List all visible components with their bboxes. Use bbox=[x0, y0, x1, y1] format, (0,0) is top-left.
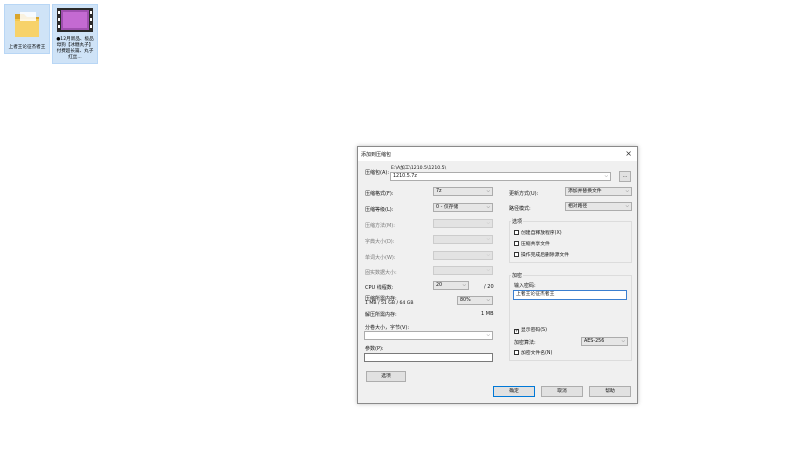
video-thumbnail-icon bbox=[53, 8, 97, 35]
chevron-down-icon: ⌵ bbox=[486, 205, 490, 210]
show-password-checkbox[interactable]: ✓ 显示密码(S) bbox=[514, 328, 547, 334]
dialog-titlebar: 添加到压缩包 × bbox=[358, 147, 637, 161]
format-combo[interactable]: 7z ⌵ bbox=[433, 187, 493, 196]
delete-after-checkbox-label: 操作完成后删除源文件 bbox=[521, 253, 569, 258]
dictionary-label: 字典大小(D): bbox=[365, 239, 395, 245]
format-value: 7z bbox=[436, 189, 442, 194]
archive-name-value: 1210.5.7z bbox=[393, 174, 417, 179]
word-size-label: 单词大小(W): bbox=[365, 255, 396, 261]
update-mode-combo[interactable]: 添加并替换文件 ⌵ bbox=[565, 187, 632, 196]
encryption-method-combo[interactable]: AES-256 ⌵ bbox=[581, 337, 628, 346]
method-label: 压缩方法(M): bbox=[365, 223, 395, 229]
split-volume-combo[interactable]: ⌵ bbox=[364, 331, 493, 340]
cpu-threads-total: / 20 bbox=[484, 284, 494, 290]
update-mode-value: 添加并替换文件 bbox=[568, 189, 602, 194]
show-password-label: 显示密码(S) bbox=[521, 328, 547, 333]
update-mode-label: 更新方式(U): bbox=[509, 191, 539, 197]
encryption-group: 加密 输入密码: 上者王论征杰者王 ✓ 显示密码(S) 加密算法: AES-256… bbox=[509, 272, 632, 361]
shared-files-checkbox-label: 压缩共享文件 bbox=[521, 242, 550, 247]
shared-files-checkbox[interactable]: 压缩共享文件 bbox=[514, 241, 550, 248]
encryption-method-label: 加密算法: bbox=[514, 340, 536, 346]
chevron-down-icon: ⌵ bbox=[486, 253, 490, 258]
path-mode-combo[interactable]: 相对路径 ⌵ bbox=[565, 202, 632, 211]
decompress-memory-value: 1 MB bbox=[481, 311, 494, 317]
word-size-combo: ⌵ bbox=[433, 251, 493, 260]
cancel-button[interactable]: 取消 bbox=[541, 386, 583, 397]
desktop-icon-label: 上者王论征杰者王 bbox=[8, 45, 46, 50]
options-group: 选项 创建自释放程序(X) 压缩共享文件 操作完成后删除源文件 bbox=[509, 218, 632, 263]
chevron-down-icon: ⌵ bbox=[486, 221, 490, 226]
chevron-down-icon: ⌵ bbox=[486, 298, 490, 303]
decompress-memory-label: 解压所需内存: bbox=[365, 312, 397, 318]
chevron-down-icon: ⌵ bbox=[604, 174, 608, 179]
encryption-method-value: AES-256 bbox=[584, 339, 605, 344]
desktop-icon-video[interactable]: ●12月新品、极品母狗【冰糖丸子】付费超长篇、丸子红丝... bbox=[52, 4, 98, 64]
memory-usage-combo[interactable]: 80% ⌵ bbox=[457, 296, 493, 305]
close-icon[interactable]: × bbox=[625, 149, 632, 158]
encrypt-names-label: 加密文件名(N) bbox=[521, 351, 553, 356]
sfx-checkbox[interactable]: 创建自释放程序(X) bbox=[514, 230, 562, 237]
chevron-down-icon: ⌵ bbox=[486, 237, 490, 242]
chevron-down-icon: ⌵ bbox=[621, 339, 625, 344]
level-combo[interactable]: 0 - 仅存储 ⌵ bbox=[433, 203, 493, 212]
archive-label: 压缩包(A): bbox=[365, 170, 390, 176]
options-button[interactable]: 选项 bbox=[366, 371, 406, 382]
checkbox-box bbox=[514, 252, 519, 257]
desktop-icon-folder[interactable]: 上者王论征杰者王 bbox=[4, 4, 50, 54]
level-label: 压缩等级(L): bbox=[365, 207, 394, 213]
chevron-down-icon: ⌵ bbox=[486, 189, 490, 194]
check-icon: ✓ bbox=[514, 328, 520, 334]
archive-path-line: E:\A加工\1210.5\1210.5\ bbox=[391, 166, 447, 171]
sfx-checkbox-label: 创建自释放程序(X) bbox=[521, 231, 562, 236]
format-label: 压缩格式(F): bbox=[365, 191, 394, 197]
help-button[interactable]: 帮助 bbox=[589, 386, 631, 397]
solid-block-combo: ⌵ bbox=[433, 266, 493, 275]
memory-usage-value: 80% bbox=[460, 298, 471, 303]
checkbox-box bbox=[514, 241, 519, 246]
chevron-down-icon: ⌵ bbox=[625, 204, 629, 209]
encrypt-names-checkbox[interactable]: 加密文件名(N) bbox=[514, 350, 552, 357]
params-input[interactable] bbox=[364, 353, 493, 362]
level-value: 0 - 仅存储 bbox=[436, 205, 459, 210]
chevron-down-icon: ⌵ bbox=[486, 333, 490, 338]
memory-detail: 1 MB / 51 GB / 64 GB bbox=[365, 301, 414, 306]
cpu-threads-value: 20 bbox=[436, 283, 443, 288]
params-label: 参数(P): bbox=[365, 346, 384, 352]
checkbox-box bbox=[514, 230, 519, 235]
path-mode-value: 相对路径 bbox=[568, 204, 588, 209]
checkbox-box bbox=[514, 350, 519, 355]
folder-icon bbox=[5, 8, 49, 43]
path-mode-label: 路径模式: bbox=[509, 206, 531, 212]
archive-name-combo[interactable]: 1210.5.7z ⌵ bbox=[390, 172, 611, 181]
password-label: 输入密码: bbox=[514, 283, 536, 289]
browse-button[interactable]: ... bbox=[619, 171, 631, 182]
method-combo: ⌵ bbox=[433, 219, 493, 228]
delete-after-checkbox[interactable]: 操作完成后删除源文件 bbox=[514, 252, 569, 259]
password-input[interactable]: 上者王论征杰者王 bbox=[513, 290, 627, 300]
cpu-threads-label: CPU 线程数: bbox=[365, 285, 394, 291]
ok-button[interactable]: 确定 bbox=[493, 386, 535, 397]
chevron-down-icon: ⌵ bbox=[625, 189, 629, 194]
chevron-down-icon: ⌵ bbox=[462, 283, 466, 288]
chevron-down-icon: ⌵ bbox=[486, 268, 490, 273]
solid-block-label: 固实数据大小: bbox=[365, 270, 397, 276]
dictionary-combo: ⌵ bbox=[433, 235, 493, 244]
cpu-threads-combo[interactable]: 20 ⌵ bbox=[433, 281, 469, 290]
add-to-archive-dialog: 添加到压缩包 × 压缩包(A): E:\A加工\1210.5\1210.5\ 1… bbox=[357, 146, 638, 404]
options-group-title: 选项 bbox=[511, 218, 524, 225]
desktop-icon-label: ●12月新品、极品母狗【冰糖丸子】付费超长篇、丸子红丝... bbox=[56, 37, 94, 60]
split-label: 分卷大小，字节(V): bbox=[365, 325, 410, 331]
encryption-group-title: 加密 bbox=[511, 272, 524, 279]
dialog-title: 添加到压缩包 bbox=[361, 152, 392, 158]
